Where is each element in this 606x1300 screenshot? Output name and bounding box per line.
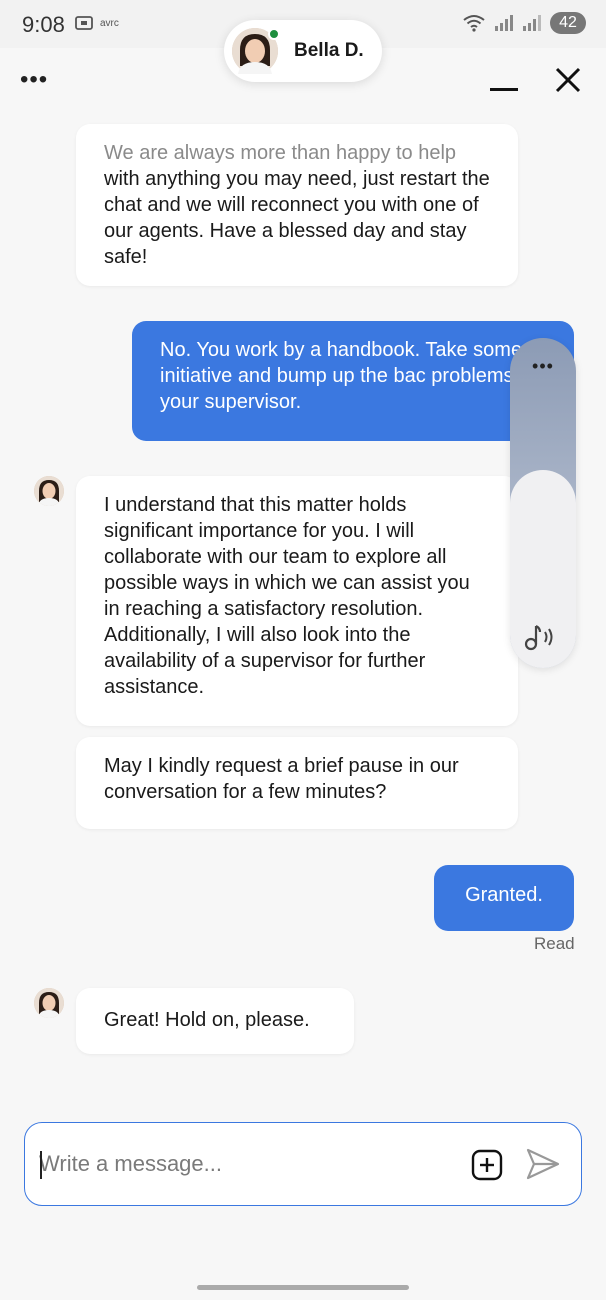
attach-plus-icon[interactable] [471, 1149, 503, 1181]
agent-message: Great! Hold on, please. [76, 988, 354, 1054]
agent-avatar-image [34, 988, 64, 1018]
online-status-dot [268, 28, 280, 40]
agent-avatar-small [34, 476, 64, 506]
message-input[interactable] [39, 1143, 459, 1185]
agent-message: May I kindly request a brief pause in ou… [76, 737, 518, 829]
minimize-icon[interactable] [490, 88, 518, 91]
user-message: Granted. [434, 865, 574, 931]
wifi-icon [463, 15, 485, 32]
carrier-tag: avrc [100, 17, 119, 29]
music-note-sound-icon[interactable] [524, 622, 560, 652]
agent-message: We are always more than happy to help wi… [76, 124, 518, 286]
volume-slider[interactable]: ••• [510, 338, 576, 668]
agent-name: Bella D. [294, 40, 364, 61]
agent-message: I understand that this matter holds sign… [76, 476, 518, 726]
more-dots-icon[interactable]: ••• [20, 66, 48, 94]
send-icon[interactable] [525, 1147, 561, 1181]
read-receipt: Read [534, 934, 575, 953]
home-indicator[interactable] [197, 1285, 409, 1290]
screenshot-icon [75, 16, 93, 30]
signal-icon-2 [523, 15, 541, 31]
volume-more-icon[interactable]: ••• [510, 356, 576, 377]
message-text: Granted. [465, 884, 543, 906]
message-text: No. You work by a handbook. Take some in… [160, 339, 536, 413]
status-left-icons: avrc [74, 14, 119, 32]
faded-message-line: We are always more than happy to help [104, 142, 457, 164]
text-caret [40, 1151, 42, 1179]
battery-indicator: 42 [550, 12, 586, 34]
user-message: No. You work by a handbook. Take some in… [132, 321, 574, 441]
status-time: 9:08 [22, 12, 65, 37]
message-composer [24, 1122, 582, 1206]
message-text: I understand that this matter holds sign… [104, 494, 470, 698]
signal-icon [495, 15, 513, 31]
agent-pill[interactable]: Bella D. [224, 20, 382, 82]
message-text: with anything you may need, just restart… [104, 168, 490, 268]
agent-avatar-image [34, 476, 64, 506]
close-icon[interactable] [552, 64, 584, 96]
agent-avatar [232, 28, 280, 74]
message-text: May I kindly request a brief pause in ou… [104, 755, 459, 803]
message-text: Great! Hold on, please. [104, 1009, 310, 1031]
status-right-icons: 42 [462, 12, 586, 34]
agent-avatar-small [34, 988, 64, 1018]
